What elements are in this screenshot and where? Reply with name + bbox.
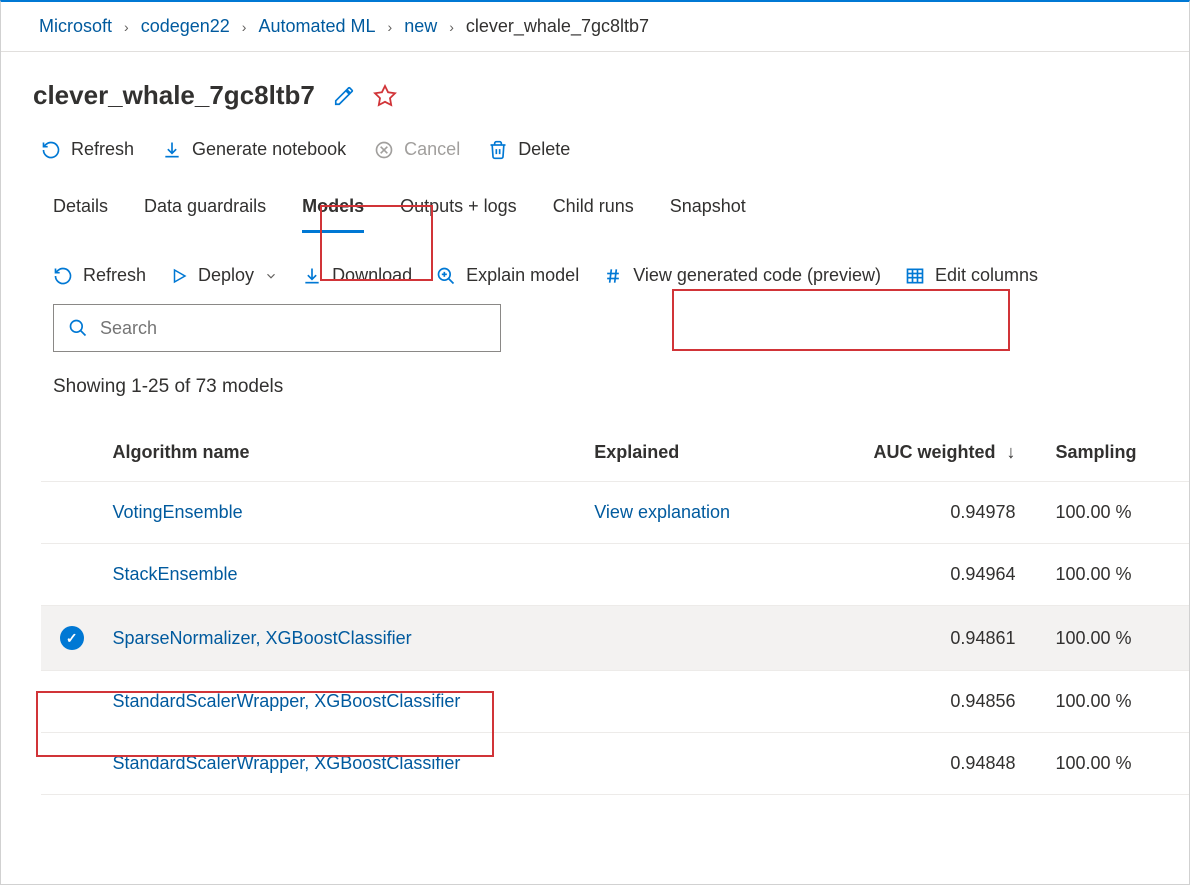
tab-child-runs[interactable]: Child runs [553, 182, 634, 233]
explain-model-button[interactable]: Explain model [436, 265, 579, 286]
zoom-in-icon [436, 266, 456, 286]
edit-icon[interactable] [333, 85, 355, 107]
algorithm-link[interactable]: StandardScalerWrapper, XGBoostClassifier [113, 691, 461, 711]
explain-model-label: Explain model [466, 265, 579, 286]
col-check [41, 424, 103, 482]
auc-value: 0.94848 [851, 733, 1046, 795]
download-icon [302, 266, 322, 286]
download-label: Download [332, 265, 412, 286]
table-row[interactable]: VotingEnsemble View explanation 0.94978100… [41, 482, 1189, 544]
tab-snapshot[interactable]: Snapshot [670, 182, 746, 233]
cancel-label: Cancel [404, 139, 460, 160]
col-explained[interactable]: Explained [584, 424, 851, 482]
deploy-button[interactable]: Deploy [170, 265, 278, 286]
table-icon [905, 266, 925, 286]
models-command-bar: Refresh Deploy Download Explain model Vi… [1, 233, 1189, 300]
crumb-current: clever_whale_7gc8ltb7 [466, 16, 649, 37]
refresh-icon [41, 140, 61, 160]
table-row[interactable]: StandardScalerWrapper, XGBoostClassifier… [41, 671, 1189, 733]
chevron-down-icon [264, 269, 278, 283]
algorithm-link[interactable]: SparseNormalizer, XGBoostClassifier [113, 628, 412, 648]
sampling-value: 100.00 % [1046, 544, 1190, 606]
sampling-value: 100.00 % [1046, 482, 1190, 544]
algorithm-link[interactable]: StackEnsemble [113, 564, 238, 584]
deploy-label: Deploy [198, 265, 254, 286]
edit-columns-label: Edit columns [935, 265, 1038, 286]
view-explanation-link[interactable]: View explanation [594, 502, 730, 522]
edit-columns-button[interactable]: Edit columns [905, 265, 1038, 286]
algorithm-link[interactable]: StandardScalerWrapper, XGBoostClassifier [113, 753, 461, 773]
sampling-value: 100.00 % [1046, 606, 1190, 671]
crumb-microsoft[interactable]: Microsoft [39, 16, 112, 37]
star-icon[interactable] [373, 84, 397, 108]
download-icon [162, 140, 182, 160]
search-box[interactable] [53, 304, 501, 352]
sampling-value: 100.00 % [1046, 671, 1190, 733]
page-title-row: clever_whale_7gc8ltb7 [1, 52, 1189, 129]
refresh-button[interactable]: Refresh [41, 139, 134, 160]
view-generated-code-button[interactable]: View generated code (preview) [603, 265, 881, 286]
chevron-right-icon: › [388, 19, 393, 35]
tab-models[interactable]: Models [302, 182, 364, 233]
generate-notebook-label: Generate notebook [192, 139, 346, 160]
crumb-new[interactable]: new [404, 16, 437, 37]
play-icon [170, 267, 188, 285]
col-algorithm[interactable]: Algorithm name [103, 424, 585, 482]
tab-outputs-logs[interactable]: Outputs + logs [400, 182, 517, 233]
sort-down-icon: ↓ [1007, 442, 1016, 462]
generate-notebook-button[interactable]: Generate notebook [162, 139, 346, 160]
col-sampling[interactable]: Sampling [1046, 424, 1190, 482]
tab-bar: Details Data guardrails Models Outputs +… [1, 182, 1189, 233]
download-button[interactable]: Download [302, 265, 412, 286]
cancel-icon [374, 140, 394, 160]
showing-count: Showing 1-25 of 73 models [1, 370, 1189, 424]
chevron-right-icon: › [449, 19, 454, 35]
auc-value: 0.94856 [851, 671, 1046, 733]
table-row[interactable]: ✓ SparseNormalizer, XGBoostClassifier 0.94… [41, 606, 1189, 671]
auc-value: 0.94964 [851, 544, 1046, 606]
crumb-automated-ml[interactable]: Automated ML [258, 16, 375, 37]
breadcrumb: Microsoft › codegen22 › Automated ML › n… [1, 2, 1189, 52]
check-icon: ✓ [60, 626, 84, 650]
delete-icon [488, 140, 508, 160]
chevron-right-icon: › [124, 19, 129, 35]
page-title: clever_whale_7gc8ltb7 [33, 80, 315, 111]
tab-data-guardrails[interactable]: Data guardrails [144, 182, 266, 233]
models-refresh-label: Refresh [83, 265, 146, 286]
search-input[interactable] [100, 318, 486, 339]
chevron-right-icon: › [242, 19, 247, 35]
hash-icon [603, 266, 623, 286]
table-row[interactable]: StackEnsemble 0.94964100.00 % [41, 544, 1189, 606]
delete-label: Delete [518, 139, 570, 160]
sampling-value: 100.00 % [1046, 733, 1190, 795]
view-generated-code-label: View generated code (preview) [633, 265, 881, 286]
auc-value: 0.94861 [851, 606, 1046, 671]
col-auc[interactable]: AUC weighted ↓ [851, 424, 1046, 482]
delete-button[interactable]: Delete [488, 139, 570, 160]
search-icon [68, 318, 88, 338]
cancel-button: Cancel [374, 139, 460, 160]
table-row[interactable]: StandardScalerWrapper, XGBoostClassifier… [41, 733, 1189, 795]
models-refresh-button[interactable]: Refresh [53, 265, 146, 286]
algorithm-link[interactable]: VotingEnsemble [113, 502, 243, 522]
models-table: Algorithm name Explained AUC weighted ↓ … [41, 424, 1189, 795]
crumb-codegen22[interactable]: codegen22 [141, 16, 230, 37]
tab-details[interactable]: Details [53, 182, 108, 233]
refresh-icon [53, 266, 73, 286]
top-command-bar: Refresh Generate notebook Cancel Delete [1, 129, 1189, 182]
auc-value: 0.94978 [851, 482, 1046, 544]
refresh-label: Refresh [71, 139, 134, 160]
